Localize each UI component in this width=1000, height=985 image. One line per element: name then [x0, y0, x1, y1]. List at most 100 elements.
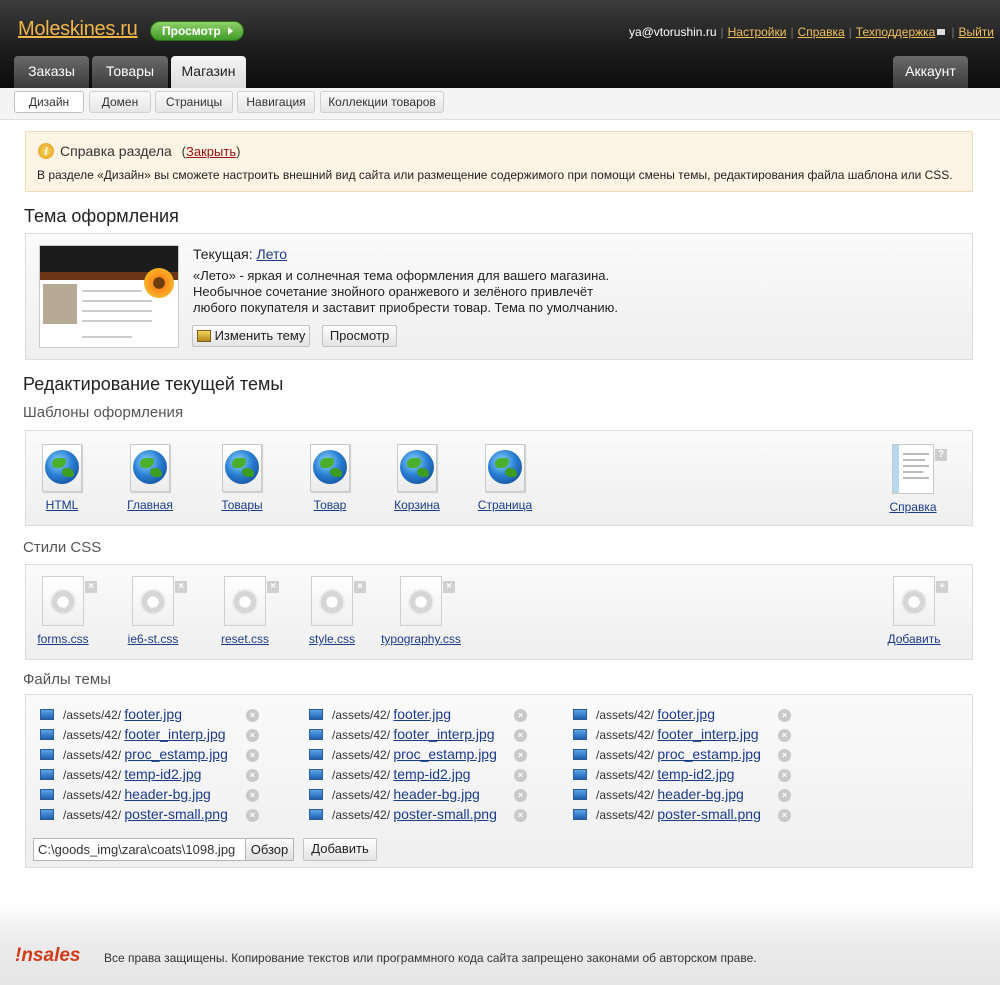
- theme-thumbnail: [39, 245, 179, 348]
- delete-file-icon[interactable]: ×: [246, 749, 259, 762]
- file-row: /assets/42/ header-bg.jpg: [40, 786, 211, 806]
- file-link[interactable]: poster-small.png: [393, 806, 497, 822]
- css-file-typography[interactable]: × typography.css: [372, 576, 470, 646]
- image-file-icon: [40, 809, 54, 820]
- delete-icon[interactable]: ×: [175, 581, 187, 593]
- image-file-icon: [40, 749, 54, 760]
- delete-file-icon[interactable]: ×: [778, 749, 791, 762]
- file-row: /assets/42/ footer.jpg: [309, 706, 451, 726]
- globe-doc-icon: [485, 444, 525, 492]
- css-file-reset[interactable]: × reset.css: [209, 576, 281, 646]
- browse-button[interactable]: Обзор: [245, 838, 294, 861]
- template-main[interactable]: Главная: [114, 444, 186, 512]
- css-file-ie6[interactable]: × ie6-st.css: [117, 576, 189, 646]
- theme-preview-button[interactable]: Просмотр: [322, 325, 397, 347]
- file-link[interactable]: header-bg.jpg: [657, 786, 743, 802]
- file-link[interactable]: header-bg.jpg: [393, 786, 479, 802]
- theme-description: «Лето» - яркая и солнечная тема оформлен…: [193, 268, 618, 315]
- chat-icon: [937, 29, 946, 35]
- delete-file-icon[interactable]: ×: [778, 809, 791, 822]
- tab-products[interactable]: Товары: [92, 56, 168, 88]
- delete-file-icon[interactable]: ×: [778, 789, 791, 802]
- file-path-prefix: /assets/42/: [332, 728, 391, 742]
- file-link[interactable]: proc_estamp.jpg: [393, 746, 497, 762]
- file-link[interactable]: proc_estamp.jpg: [124, 746, 228, 762]
- upload-path-input[interactable]: C:\goods_img\zara\coats\1098.jpg: [33, 838, 246, 861]
- css-doc-icon: ×: [224, 576, 279, 626]
- file-row: /assets/42/ temp-id2.jpg: [40, 766, 201, 786]
- tab-account[interactable]: Аккаунт: [893, 56, 968, 88]
- file-link[interactable]: temp-id2.jpg: [393, 766, 470, 782]
- image-file-icon: [309, 749, 323, 760]
- change-theme-button[interactable]: Изменить тему: [192, 325, 310, 347]
- delete-file-icon[interactable]: ×: [514, 749, 527, 762]
- globe-doc-icon: [130, 444, 170, 492]
- upload-add-button[interactable]: Добавить: [303, 838, 377, 861]
- file-link[interactable]: temp-id2.jpg: [124, 766, 201, 782]
- file-link[interactable]: proc_estamp.jpg: [657, 746, 761, 762]
- delete-file-icon[interactable]: ×: [246, 789, 259, 802]
- file-link[interactable]: footer.jpg: [124, 706, 182, 722]
- help-close-link[interactable]: Закрыть: [186, 144, 236, 159]
- template-help[interactable]: ? Справка: [877, 444, 949, 514]
- subtab-collections[interactable]: Коллекции товаров: [320, 91, 444, 113]
- css-file-forms[interactable]: × forms.css: [27, 576, 99, 646]
- file-path-prefix: /assets/42/: [63, 768, 122, 782]
- file-link[interactable]: footer.jpg: [393, 706, 451, 722]
- tab-shop[interactable]: Магазин: [171, 56, 246, 89]
- subtab-pages[interactable]: Страницы: [155, 91, 233, 113]
- file-link[interactable]: footer_interp.jpg: [657, 726, 758, 742]
- delete-file-icon[interactable]: ×: [514, 809, 527, 822]
- delete-file-icon[interactable]: ×: [778, 729, 791, 742]
- current-theme-link[interactable]: Лето: [257, 246, 288, 262]
- help-link[interactable]: Справка: [798, 25, 845, 39]
- image-file-icon: [573, 769, 587, 780]
- file-link[interactable]: poster-small.png: [657, 806, 761, 822]
- css-add[interactable]: + Добавить: [878, 576, 950, 646]
- template-cart[interactable]: Корзина: [381, 444, 453, 512]
- file-link[interactable]: header-bg.jpg: [124, 786, 210, 802]
- subtab-domain[interactable]: Домен: [89, 91, 151, 113]
- delete-file-icon[interactable]: ×: [514, 709, 527, 722]
- file-path-prefix: /assets/42/: [63, 748, 122, 762]
- file-link[interactable]: poster-small.png: [124, 806, 228, 822]
- site-logo-link[interactable]: Moleskines.ru: [18, 18, 138, 41]
- template-html[interactable]: HTML: [26, 444, 98, 512]
- info-icon: i: [38, 143, 54, 159]
- delete-icon[interactable]: ×: [267, 581, 279, 593]
- subtab-design[interactable]: Дизайн: [14, 91, 84, 113]
- image-file-icon: [309, 729, 323, 740]
- subtab-navigation[interactable]: Навигация: [237, 91, 315, 113]
- support-link[interactable]: Техподдержка: [856, 25, 936, 39]
- file-link[interactable]: footer_interp.jpg: [124, 726, 225, 742]
- delete-file-icon[interactable]: ×: [514, 769, 527, 782]
- delete-file-icon[interactable]: ×: [246, 729, 259, 742]
- file-link[interactable]: footer_interp.jpg: [393, 726, 494, 742]
- tab-orders[interactable]: Заказы: [14, 56, 89, 88]
- user-email: ya@vtorushin.ru: [628, 25, 717, 39]
- delete-file-icon[interactable]: ×: [778, 709, 791, 722]
- template-products[interactable]: Товары: [206, 444, 278, 512]
- delete-file-icon[interactable]: ×: [514, 789, 527, 802]
- css-file-style[interactable]: × style.css: [296, 576, 368, 646]
- delete-file-icon[interactable]: ×: [514, 729, 527, 742]
- delete-icon[interactable]: ×: [443, 581, 455, 593]
- file-path-prefix: /assets/42/: [596, 748, 655, 762]
- file-path-prefix: /assets/42/: [332, 748, 391, 762]
- templates-heading: Шаблоны оформления: [23, 404, 184, 421]
- delete-file-icon[interactable]: ×: [246, 769, 259, 782]
- image-file-icon: [40, 729, 54, 740]
- image-file-icon: [40, 709, 54, 720]
- file-link[interactable]: footer.jpg: [657, 706, 715, 722]
- delete-file-icon[interactable]: ×: [778, 769, 791, 782]
- template-page[interactable]: Страница: [469, 444, 541, 512]
- delete-file-icon[interactable]: ×: [246, 709, 259, 722]
- logout-link[interactable]: Выйти: [958, 25, 994, 39]
- settings-link[interactable]: Настройки: [728, 25, 787, 39]
- site-preview-button[interactable]: Просмотр: [150, 21, 244, 41]
- delete-icon[interactable]: ×: [85, 581, 97, 593]
- delete-icon[interactable]: ×: [354, 581, 366, 593]
- delete-file-icon[interactable]: ×: [246, 809, 259, 822]
- file-link[interactable]: temp-id2.jpg: [657, 766, 734, 782]
- template-product[interactable]: Товар: [294, 444, 366, 512]
